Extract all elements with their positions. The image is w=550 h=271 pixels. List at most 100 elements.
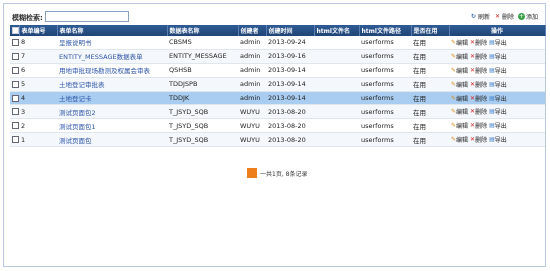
form-name-link[interactable]: 土地登记审批表 (59, 81, 105, 89)
export-button[interactable]: ▤ 导出 (489, 94, 507, 103)
row-delete-button[interactable]: ✕ 删除 (470, 80, 487, 89)
cell-name[interactable]: 测试页面包2 (57, 104, 167, 120)
form-name-link[interactable]: 测试页面包 (59, 137, 92, 145)
row-checkbox[interactable] (12, 136, 19, 144)
form-name-link[interactable]: 测试页面包1 (59, 123, 96, 131)
table-row[interactable]: 7 ENTITY_MESSAGE数据表单 ENTITY_MESSAGE admin 20… (10, 49, 545, 64)
cell-name[interactable]: 土地登记审批表 (57, 77, 167, 92)
edit-label: 编辑 (456, 137, 469, 145)
row-delete-button[interactable]: ✕ 删除 (470, 121, 487, 130)
delete-label: 删除 (475, 109, 488, 117)
cell-table: ENTITY_MESSAGE (167, 49, 238, 64)
export-label: 导出 (494, 53, 507, 61)
delete-button[interactable]: ✕ 删除 (494, 12, 514, 21)
table-row[interactable]: 4 土地登记卡 TDDJK admin 2013-09-14 userforms 在用 ✎ 编辑… (10, 91, 545, 106)
cell-created: 2013-08-20 (266, 132, 314, 148)
row-checkbox[interactable] (12, 38, 19, 46)
col-html-name: html文件名 (314, 25, 360, 36)
cell-ops: ✎ 编辑 ✕ 删除 ▤ 导出 (449, 36, 545, 50)
cell-creator: admin (238, 77, 266, 92)
cell-ops: ✎ 编辑 ✕ 删除 ▤ 导出 (449, 77, 545, 92)
edit-button[interactable]: ✎ 编辑 (451, 121, 468, 130)
export-label: 导出 (494, 123, 507, 131)
page-indicator[interactable] (247, 168, 257, 178)
row-checkbox[interactable] (12, 66, 19, 74)
export-button[interactable]: ▤ 导出 (489, 38, 507, 47)
delete-icon: ✕ (494, 13, 500, 20)
select-all-checkbox[interactable] (12, 27, 18, 34)
edit-button[interactable]: ✎ 编辑 (451, 52, 468, 61)
search-input[interactable] (45, 11, 129, 22)
export-button[interactable]: ▤ 导出 (489, 80, 507, 89)
row-select[interactable] (10, 91, 19, 106)
col-created: 创建时间 (266, 25, 315, 36)
row-select[interactable] (10, 118, 19, 134)
add-button[interactable]: + 添加 (517, 12, 538, 21)
add-icon: + (517, 13, 525, 20)
cell-table: T_JSYD_SQB (167, 118, 238, 134)
delete-label: 删除 (475, 95, 488, 103)
row-checkbox[interactable] (12, 80, 19, 88)
edit-label: 编辑 (456, 53, 469, 61)
edit-button[interactable]: ✎ 编辑 (451, 66, 468, 75)
row-delete-button[interactable]: ✕ 删除 (470, 135, 487, 144)
cell-id: 2 (19, 118, 57, 134)
row-delete-button[interactable]: ✕ 删除 (470, 52, 487, 61)
cell-name[interactable]: ENTITY_MESSAGE数据表单 (57, 49, 167, 64)
table-row[interactable]: 1 测试页面包 T_JSYD_SQB WUYU 2013-08-20 userforms 在… (10, 132, 545, 148)
export-button[interactable]: ▤ 导出 (489, 107, 507, 116)
select-all-cell[interactable] (10, 25, 20, 36)
row-delete-button[interactable]: ✕ 删除 (470, 66, 487, 75)
table-row[interactable]: 6 用地审批现场勘测及权属会审表 QSHSB admin 2013-09-14 userf… (10, 63, 545, 78)
cell-name[interactable]: 测试页面包1 (57, 118, 167, 134)
row-checkbox[interactable] (12, 52, 19, 60)
row-delete-button[interactable]: ✕ 删除 (470, 94, 487, 103)
row-checkbox[interactable] (12, 108, 19, 116)
cell-table: CBSMS (167, 36, 238, 50)
table-row[interactable]: 8 呈报说明书 CBSMS admin 2013-09-24 userforms 在用 ✎ 编辑… (10, 36, 545, 50)
edit-button[interactable]: ✎ 编辑 (451, 135, 468, 144)
cell-ops: ✎ 编辑 ✕ 删除 ▤ 导出 (449, 118, 545, 134)
export-button[interactable]: ▤ 导出 (489, 52, 507, 61)
refresh-button[interactable]: ↻ 刷新 (470, 12, 490, 21)
col-in-use: 是否在用 (411, 25, 450, 36)
form-name-link[interactable]: 测试页面包2 (59, 109, 96, 117)
form-name-link[interactable]: ENTITY_MESSAGE数据表单 (59, 53, 143, 61)
table-row[interactable]: 5 土地登记审批表 TDDJSPB admin 2013-09-14 userforms 在… (10, 77, 545, 92)
cell-name[interactable]: 呈报说明书 (57, 36, 167, 50)
cell-name[interactable]: 用地审批现场勘测及权属会审表 (57, 63, 167, 78)
cell-creator: admin (238, 91, 266, 106)
row-select[interactable] (10, 63, 19, 78)
cell-name[interactable]: 土地登记卡 (57, 91, 167, 106)
delete-label: 删除 (475, 67, 488, 75)
row-delete-button[interactable]: ✕ 删除 (470, 107, 487, 116)
row-select[interactable] (10, 49, 19, 64)
row-select[interactable] (10, 132, 19, 148)
edit-button[interactable]: ✎ 编辑 (451, 38, 468, 47)
form-name-link[interactable]: 土地登记卡 (59, 95, 92, 103)
row-delete-button[interactable]: ✕ 删除 (470, 38, 487, 47)
cell-html-path: userforms (359, 36, 411, 50)
col-table: 数据表名称 (167, 25, 239, 36)
cell-html-path: userforms (359, 63, 411, 78)
form-name-link[interactable]: 用地审批现场勘测及权属会审表 (59, 67, 150, 75)
edit-button[interactable]: ✎ 编辑 (451, 80, 468, 89)
search-bar: 模糊检索: ↻ 刷新 ✕ 删除 + 添加 (10, 11, 546, 23)
row-select[interactable] (10, 77, 19, 92)
edit-button[interactable]: ✎ 编辑 (451, 107, 468, 116)
edit-button[interactable]: ✎ 编辑 (451, 94, 468, 103)
table-row[interactable]: 3 测试页面包2 T_JSYD_SQB WUYU 2013-08-20 userforms… (10, 104, 545, 120)
cell-name[interactable]: 测试页面包 (57, 132, 167, 148)
export-button[interactable]: ▤ 导出 (489, 121, 507, 130)
cell-id: 1 (19, 132, 57, 148)
row-select[interactable] (10, 36, 19, 50)
form-name-link[interactable]: 呈报说明书 (59, 39, 92, 47)
row-checkbox[interactable] (12, 94, 19, 102)
cell-id: 6 (19, 63, 57, 78)
row-select[interactable] (10, 104, 19, 120)
export-button[interactable]: ▤ 导出 (489, 135, 507, 144)
row-checkbox[interactable] (12, 122, 19, 130)
table-row[interactable]: 2 测试页面包1 T_JSYD_SQB WUYU 2013-08-20 userforms… (10, 118, 545, 134)
export-button[interactable]: ▤ 导出 (489, 66, 507, 75)
col-id: 表单编号 (19, 25, 58, 36)
